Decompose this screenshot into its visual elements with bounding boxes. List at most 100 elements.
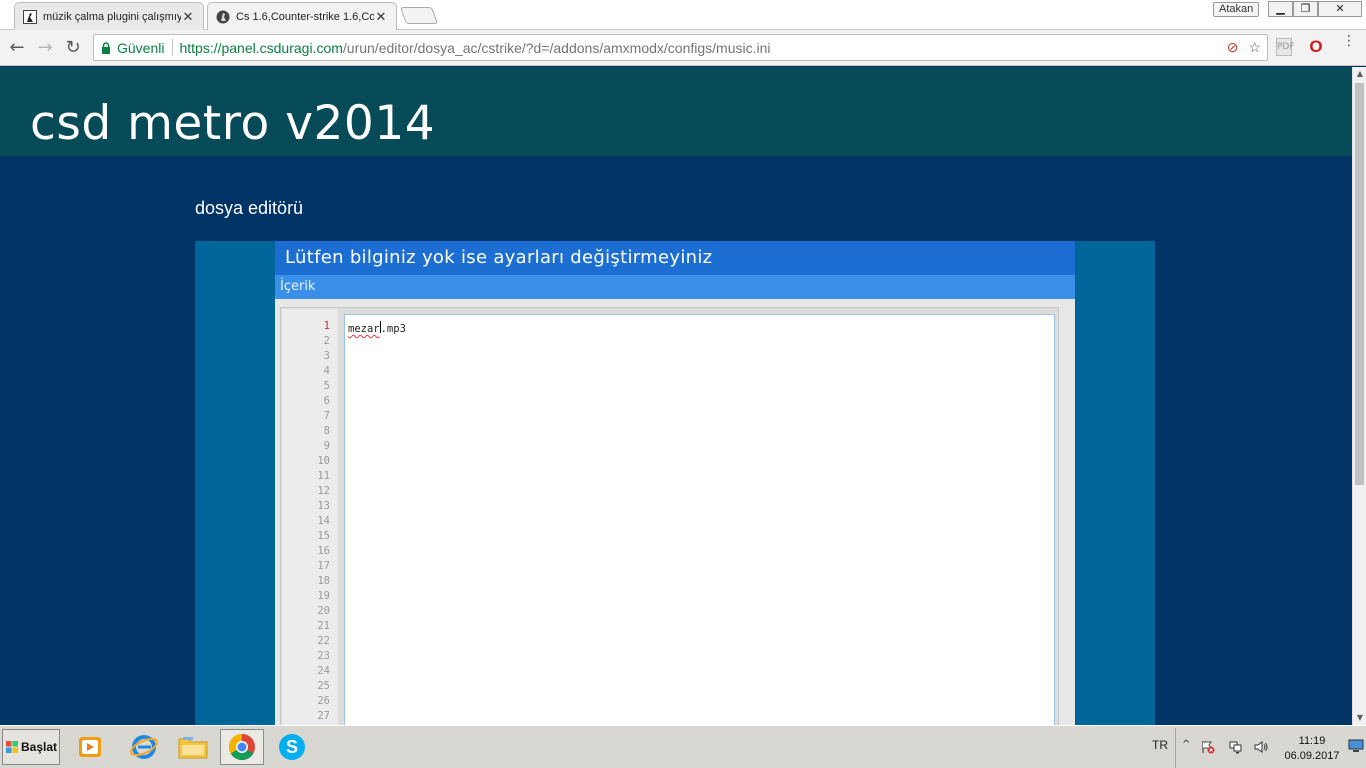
line-number: 13	[317, 500, 330, 512]
line-number: 20	[317, 605, 330, 617]
pdf-extension-icon[interactable]: PDF	[1276, 38, 1295, 56]
line-number: 7	[323, 410, 330, 422]
chrome-icon	[228, 733, 255, 761]
line-number: 27	[317, 710, 330, 722]
media-player-icon	[79, 737, 101, 757]
line-number: 22	[317, 635, 330, 647]
browser-toolbar: ← → ↻ Güvenli https://panel.csduragi.com…	[0, 30, 1366, 66]
line-number: 2	[323, 335, 330, 347]
maximize-button[interactable]: ❐	[1293, 1, 1318, 17]
taskbar-chrome[interactable]	[220, 729, 264, 765]
tab-muzik-calma[interactable]: müzik çalma plugini çalışmıyor ✕	[14, 2, 204, 30]
bookmark-star-icon[interactable]: ☆	[1248, 39, 1261, 56]
svg-text:S: S	[286, 737, 298, 757]
line-number: 4	[323, 365, 330, 377]
line-number: 6	[323, 395, 330, 407]
internet-explorer-icon	[130, 735, 158, 759]
page-scrollbar[interactable]: ▲ ▼	[1352, 67, 1366, 725]
line-number: 24	[317, 665, 330, 677]
system-clock[interactable]: 11:19 06.09.2017	[1276, 734, 1348, 764]
new-tab-button[interactable]	[399, 7, 439, 24]
panel-subheader: İçerik	[275, 275, 1075, 299]
close-window-button[interactable]: ✕	[1318, 1, 1362, 17]
line-number: 19	[317, 590, 330, 602]
line-number: 1	[323, 320, 330, 332]
reload-icon[interactable]: ↻	[62, 37, 84, 59]
system-tray: ^ 11:19 06.09.2017	[1175, 728, 1366, 768]
scrollbar-thumb[interactable]	[1355, 83, 1364, 485]
volume-icon[interactable]	[1254, 740, 1268, 754]
tab-strip: müzik çalma plugini çalışmıyor ✕ Cs 1.6,…	[0, 0, 1366, 30]
profile-button[interactable]: Atakan	[1213, 2, 1260, 17]
browser-menu-icon[interactable]: ⋮	[1342, 34, 1356, 58]
action-center-flag-icon[interactable]	[1201, 740, 1215, 754]
code-editor: 1 2 3 4 5 6 7 8 9 10 11 12 13 14 15 16 17 18 19 20 21 22 23 24 2…	[280, 307, 1059, 725]
line-number: 12	[317, 485, 330, 497]
code-line: mezar.mp3	[348, 321, 1051, 336]
line-number-gutter: 1 2 3 4 5 6 7 8 9 10 11 12 13 14 15 16 17 18 19 20 21 22 23 24 2…	[282, 309, 338, 725]
editor-panel: Lütfen bilginiz yok ise ayarları değişti…	[275, 241, 1075, 725]
line-number: 11	[317, 470, 330, 482]
lock-icon	[102, 41, 110, 54]
code-textarea[interactable]: mezar.mp3	[344, 314, 1055, 725]
tab-title: müzik çalma plugini çalışmıyor	[43, 10, 181, 23]
line-number: 21	[317, 620, 330, 632]
url-host: https://panel.csduragi.com	[179, 39, 343, 56]
panel-header: Lütfen bilginiz yok ise ayarları değişti…	[275, 241, 1075, 275]
clock-time: 11:19	[1298, 735, 1326, 747]
tab-csduragi[interactable]: Cs 1.6,Counter-strike 1.6,Counter ✕	[207, 2, 397, 30]
taskbar-skype[interactable]: S	[270, 729, 314, 765]
line-number: 26	[317, 695, 330, 707]
taskbar-media-player[interactable]	[68, 729, 112, 765]
site-header: csd metro v2014	[0, 67, 1352, 156]
omnibox-divider	[172, 39, 174, 56]
line-number: 16	[317, 545, 330, 557]
tab-title: Cs 1.6,Counter-strike 1.6,Counter	[236, 10, 374, 23]
line-number: 25	[317, 680, 330, 692]
section-title: dosya editörü	[195, 198, 304, 218]
page-content: csd metro v2014 dosya editörü Lütfen bil…	[0, 67, 1352, 725]
forward-arrow-icon[interactable]: →	[34, 37, 56, 59]
line-number: 3	[323, 350, 330, 362]
language-indicator[interactable]: TR	[1152, 738, 1168, 752]
misspelled-word: mezar	[348, 323, 380, 335]
scroll-up-arrow-icon[interactable]: ▲	[1353, 67, 1366, 81]
start-label: Başlat	[20, 740, 58, 754]
start-button[interactable]: Başlat	[2, 729, 60, 765]
windows-logo-icon	[5, 741, 18, 753]
secure-label: Güvenli	[117, 39, 165, 56]
clock-date: 06.09.2017	[1284, 750, 1340, 762]
editor-outer-panel: Lütfen bilginiz yok ise ayarları değişti…	[195, 241, 1155, 725]
url-path: /urun/editor/dosya_ac/cstrike/?d=/addons…	[342, 39, 771, 56]
site-title: csd metro v2014	[30, 96, 436, 151]
folder-icon	[178, 737, 208, 759]
network-icon[interactable]	[1229, 740, 1243, 754]
counter-strike-favicon-icon	[23, 9, 37, 24]
back-arrow-icon[interactable]: ←	[6, 37, 28, 59]
scroll-down-arrow-icon[interactable]: ▼	[1353, 711, 1366, 725]
code-text: .mp3	[380, 323, 406, 335]
skype-icon: S	[279, 734, 305, 760]
taskbar-file-explorer[interactable]	[171, 729, 215, 765]
taskbar: Başlat S TR ^ 11:19 06.09.2017	[0, 725, 1366, 768]
line-number: 10	[317, 455, 330, 467]
cookie-blocked-icon[interactable]: ⊘	[1227, 39, 1239, 56]
opera-extension-icon[interactable]: O	[1307, 37, 1325, 57]
line-number: 17	[317, 560, 330, 572]
line-number: 18	[317, 575, 330, 587]
show-desktop-icon[interactable]	[1348, 739, 1364, 753]
omnibox-actions: ⊘ ☆	[1227, 39, 1261, 56]
close-tab-icon[interactable]: ✕	[374, 9, 388, 25]
line-number: 5	[323, 380, 330, 392]
counter-strike-favicon-icon	[216, 10, 230, 23]
close-tab-icon[interactable]: ✕	[181, 9, 195, 25]
line-number: 8	[323, 425, 330, 437]
address-bar[interactable]: Güvenli https://panel.csduragi.com /urun…	[93, 34, 1268, 61]
line-number: 9	[323, 440, 330, 452]
taskbar-internet-explorer[interactable]	[122, 729, 166, 765]
line-number: 23	[317, 650, 330, 662]
minimize-button[interactable]: ▁	[1268, 1, 1293, 17]
line-number: 14	[317, 515, 330, 527]
show-hidden-icons-icon[interactable]: ^	[1182, 739, 1190, 750]
line-number: 15	[317, 530, 330, 542]
